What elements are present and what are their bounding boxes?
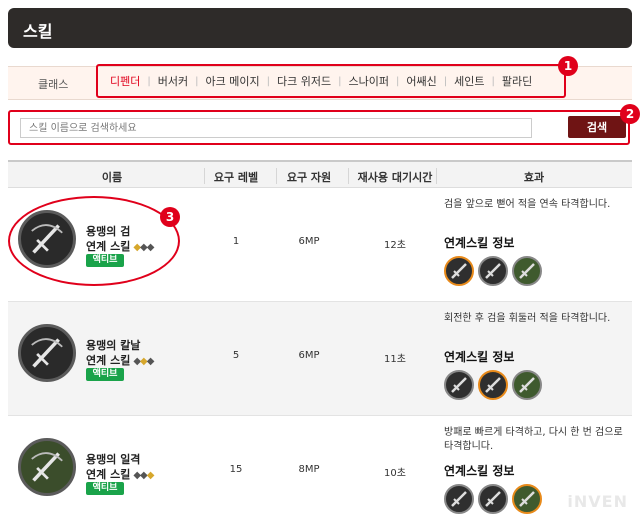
- grade-diamond-icon: ◆: [140, 356, 148, 367]
- skill-icon[interactable]: [18, 438, 76, 496]
- class-tab[interactable]: 세인트: [454, 73, 484, 89]
- linked-skill-icon[interactable]: [478, 484, 508, 514]
- skill-name[interactable]: 용맹의 일격: [86, 451, 140, 467]
- required-resource: 6MP: [298, 350, 320, 361]
- search-box: [8, 110, 630, 145]
- linked-skill-icon[interactable]: [478, 256, 508, 286]
- tab-separator: |: [147, 75, 151, 87]
- linked-skill-icon[interactable]: [512, 256, 542, 286]
- class-tabs: 디펜더 | 버서커 | 아크 메이지 | 다크 위저드 | 스나이퍼 | 어쌔신 | 세인트 | 팔라딘: [96, 64, 566, 98]
- grade-diamond-icon: ◆: [140, 470, 148, 481]
- class-tab[interactable]: 스나이퍼: [348, 73, 388, 89]
- column-header-name: 이름: [101, 171, 123, 184]
- linked-skill-icon[interactable]: [444, 484, 474, 514]
- class-tab[interactable]: 다크 위저드: [277, 73, 331, 89]
- column-header-level: 요구 레벨: [213, 171, 259, 184]
- linked-skill-icon[interactable]: [512, 484, 542, 514]
- class-tab[interactable]: 버서커: [158, 73, 188, 89]
- tab-separator: |: [266, 75, 270, 87]
- required-resource: 6MP: [298, 236, 320, 247]
- page-title: 스킬: [23, 22, 53, 41]
- required-resource: 8MP: [298, 464, 320, 475]
- tab-separator: |: [395, 75, 400, 87]
- tab-separator: |: [443, 75, 448, 87]
- search-input[interactable]: [20, 118, 532, 138]
- column-header-effect: 효과: [523, 171, 545, 184]
- annotation-marker-2: 2: [620, 104, 640, 124]
- required-level: 15: [229, 464, 243, 475]
- table-row[interactable]: 용맹의 칼날 연계 스킬 ◆◆◆ 액티브 5 6MP 11초 회전한 후 검을 휘둘러 적을 …: [8, 302, 632, 416]
- column-header-resource: 요구 자원: [286, 171, 332, 184]
- page-header: 스킬: [8, 8, 632, 48]
- linked-skill-heading: 연계스킬 정보: [444, 464, 515, 478]
- skill-name[interactable]: 용맹의 칼날: [86, 337, 140, 353]
- cooldown-time: 10초: [384, 468, 406, 479]
- required-level: 1: [232, 236, 240, 247]
- linked-skill-icons: [444, 484, 542, 514]
- class-tab[interactable]: 디펜더: [110, 73, 140, 89]
- grade-diamond-icon: ◆: [133, 470, 141, 481]
- skill-effect: 방패로 빠르게 타격하고, 다시 한 번 검으로 타격합니다.: [444, 427, 623, 452]
- annotation-ring-3: [8, 196, 180, 286]
- class-tab[interactable]: 아크 메이지: [206, 73, 260, 89]
- skill-type: 연계 스킬 ◆◆◆: [86, 354, 155, 367]
- tab-separator: |: [338, 75, 342, 87]
- search-button[interactable]: 검색: [568, 116, 626, 138]
- linked-skill-icons: [444, 256, 542, 286]
- grade-diamond-icon: ◆: [146, 470, 155, 481]
- annotation-marker-1: 1: [558, 56, 578, 76]
- class-filter-label: 클래스: [38, 78, 69, 91]
- class-tab[interactable]: 어쌔신: [406, 73, 436, 89]
- skill-type: 연계 스킬 ◆◆◆: [86, 468, 155, 481]
- active-badge: 액티브: [86, 368, 124, 381]
- annotation-marker-3: 3: [160, 207, 180, 227]
- table-row[interactable]: 용맹의 일격 연계 스킬 ◆◆◆ 액티브 15 8MP 10초 방패로 빠르게 타격하고, 다…: [8, 416, 632, 519]
- required-level: 5: [232, 350, 240, 361]
- linked-skill-heading: 연계스킬 정보: [444, 236, 515, 250]
- tab-separator: |: [491, 75, 495, 87]
- active-badge: 액티브: [86, 482, 124, 495]
- class-tab[interactable]: 팔라딘: [502, 73, 532, 89]
- watermark-logo: iNVEN: [567, 492, 628, 511]
- table-header: 이름 요구 레벨 요구 자원 재사용 대기시간 효과: [8, 160, 632, 188]
- linked-skill-icon[interactable]: [444, 256, 474, 286]
- linked-skill-icons: [444, 370, 542, 400]
- skill-effect: 회전한 후 검을 휘둘러 적을 타격합니다.: [444, 313, 611, 324]
- linked-skill-icon[interactable]: [478, 370, 508, 400]
- cooldown-time: 12초: [384, 240, 406, 251]
- grade-diamond-icon: ◆: [146, 356, 155, 367]
- skill-icon[interactable]: [18, 324, 76, 382]
- skill-effect: 검을 앞으로 뻗어 적을 연속 타격합니다.: [444, 199, 611, 210]
- column-header-cooldown: 재사용 대기시간: [357, 171, 433, 184]
- tab-separator: |: [195, 75, 199, 87]
- linked-skill-heading: 연계스킬 정보: [444, 350, 515, 364]
- linked-skill-icon[interactable]: [444, 370, 474, 400]
- cooldown-time: 11초: [384, 354, 406, 365]
- linked-skill-icon[interactable]: [512, 370, 542, 400]
- grade-diamond-icon: ◆: [133, 356, 141, 367]
